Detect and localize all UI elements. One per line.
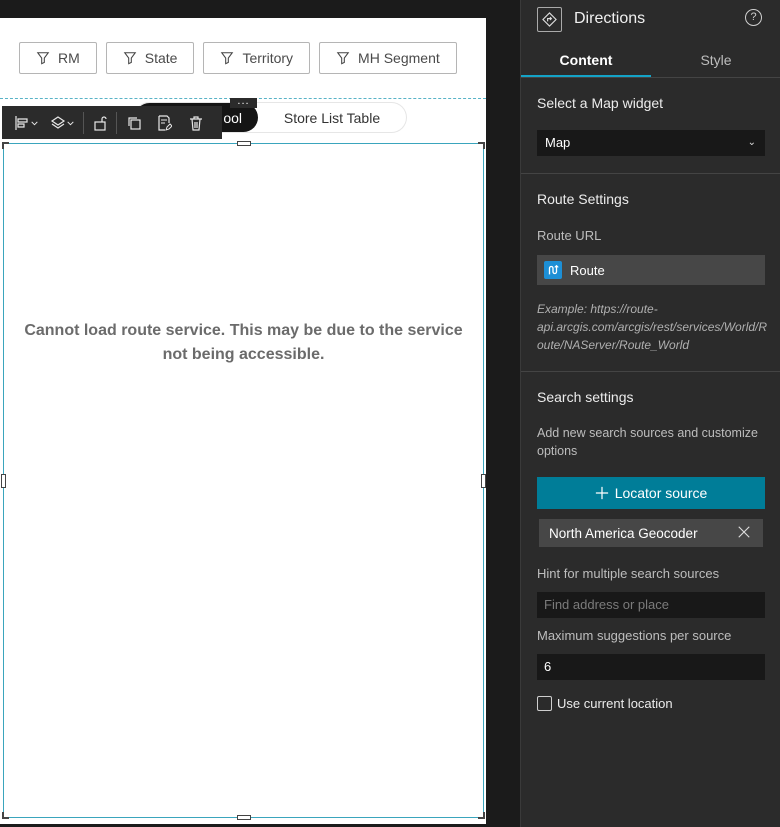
filter-button-rm[interactable]: RM	[19, 42, 97, 74]
close-icon[interactable]	[737, 525, 751, 539]
filter-label: RM	[58, 50, 80, 66]
toolbar-divider	[116, 111, 117, 134]
directions-widget-icon	[537, 6, 562, 32]
resize-handle-bottom[interactable]	[237, 815, 251, 820]
filter-label: Territory	[242, 50, 294, 66]
resize-corner[interactable]	[478, 142, 485, 149]
map-widget-select[interactable]: Map ⌄	[537, 130, 765, 156]
view-tab-store-list-table[interactable]: Store List Table	[258, 103, 406, 132]
resize-corner[interactable]	[478, 812, 485, 819]
tab-style[interactable]: Style	[651, 44, 780, 77]
filter-button-state[interactable]: State	[105, 42, 195, 74]
edit-settings-button[interactable]	[148, 106, 180, 139]
plus-icon	[595, 486, 608, 500]
section-title: Search settings	[537, 389, 634, 405]
select-value: Map	[545, 135, 571, 150]
map-widget-section: Select a Map widget Map ⌄	[521, 78, 780, 174]
trash-icon	[190, 115, 202, 131]
route-service-item[interactable]: Route	[537, 255, 765, 285]
filter-icon	[36, 52, 50, 65]
filter-label: MH Segment	[358, 50, 440, 66]
checkbox-label: Use current location	[557, 696, 673, 711]
max-suggestions-input[interactable]: 6	[537, 654, 765, 680]
resize-corner[interactable]	[2, 142, 9, 149]
search-description: Add new search sources and customize opt…	[537, 426, 758, 458]
max-suggestions-label: Maximum suggestions per source	[537, 628, 732, 643]
duplicate-button[interactable]	[120, 106, 148, 139]
tab-content[interactable]: Content	[521, 44, 651, 77]
resize-handle-left[interactable]	[1, 474, 6, 488]
route-name: Route	[570, 262, 605, 278]
section-title: Route Settings	[537, 191, 629, 207]
align-button[interactable]	[8, 106, 44, 139]
chevron-down-icon: ⌄	[747, 137, 756, 148]
hint-label: Hint for multiple search sources	[537, 566, 720, 581]
checkbox[interactable]	[537, 696, 552, 711]
filter-label: State	[144, 50, 178, 66]
panel-title: Directions	[574, 10, 646, 27]
button-label: Locator source	[614, 485, 708, 501]
filter-button-territory[interactable]: Territory	[203, 42, 311, 74]
filter-icon	[123, 52, 137, 65]
panel-tabs: Content Style	[521, 44, 780, 78]
help-icon[interactable]: ?	[745, 9, 762, 26]
add-locator-source-button[interactable]: Locator source	[537, 477, 765, 509]
chip-label: North America Geocoder	[549, 525, 698, 541]
delete-button[interactable]	[180, 106, 212, 139]
toolbar-divider	[83, 111, 84, 134]
use-current-location-toggle[interactable]: Use current location	[537, 696, 673, 711]
settings-panel: Directions ? Content Style Select a Map …	[520, 0, 780, 827]
filter-bar: RM State Territory MH Segment	[19, 42, 457, 74]
route-icon	[544, 261, 562, 279]
resize-handle-top[interactable]	[237, 141, 251, 146]
filter-icon	[221, 52, 234, 65]
more-options-button[interactable]: ...	[230, 96, 257, 108]
route-url-label: Route URL	[537, 228, 602, 243]
directions-widget[interactable]: Cannot load route service. This may be d…	[1, 141, 486, 820]
route-url-example: Example: https://route-api.arcgis.com/ar…	[537, 302, 768, 352]
chevron-down-icon	[30, 121, 38, 125]
section-title: Select a Map widget	[537, 95, 664, 111]
resize-handle-right[interactable]	[481, 474, 486, 488]
route-settings-section: Route Settings Route URL Route Example: …	[521, 174, 780, 372]
align-left-icon	[14, 115, 28, 130]
search-source-chip[interactable]: North America Geocoder	[539, 519, 763, 547]
app-page: RM State Territory MH Segment ool Store …	[0, 18, 486, 824]
unlock-icon	[94, 115, 107, 131]
widget-toolbar	[2, 106, 222, 139]
filter-button-mh-segment[interactable]: MH Segment	[319, 42, 457, 74]
layers-icon	[50, 115, 65, 129]
panel-header: Directions	[537, 5, 645, 33]
filter-icon	[336, 52, 350, 65]
route-error-message: Cannot load route service. This may be d…	[24, 322, 463, 363]
duplicate-icon	[128, 116, 141, 130]
chevron-down-icon	[66, 121, 74, 125]
search-settings-section: Search settings Add new search sources a…	[521, 372, 780, 732]
resize-corner[interactable]	[2, 812, 9, 819]
hint-input[interactable]: Find address or place	[537, 592, 765, 618]
edit-page-icon	[158, 114, 172, 131]
lock-button[interactable]	[87, 106, 113, 139]
layers-button[interactable]	[44, 106, 80, 139]
